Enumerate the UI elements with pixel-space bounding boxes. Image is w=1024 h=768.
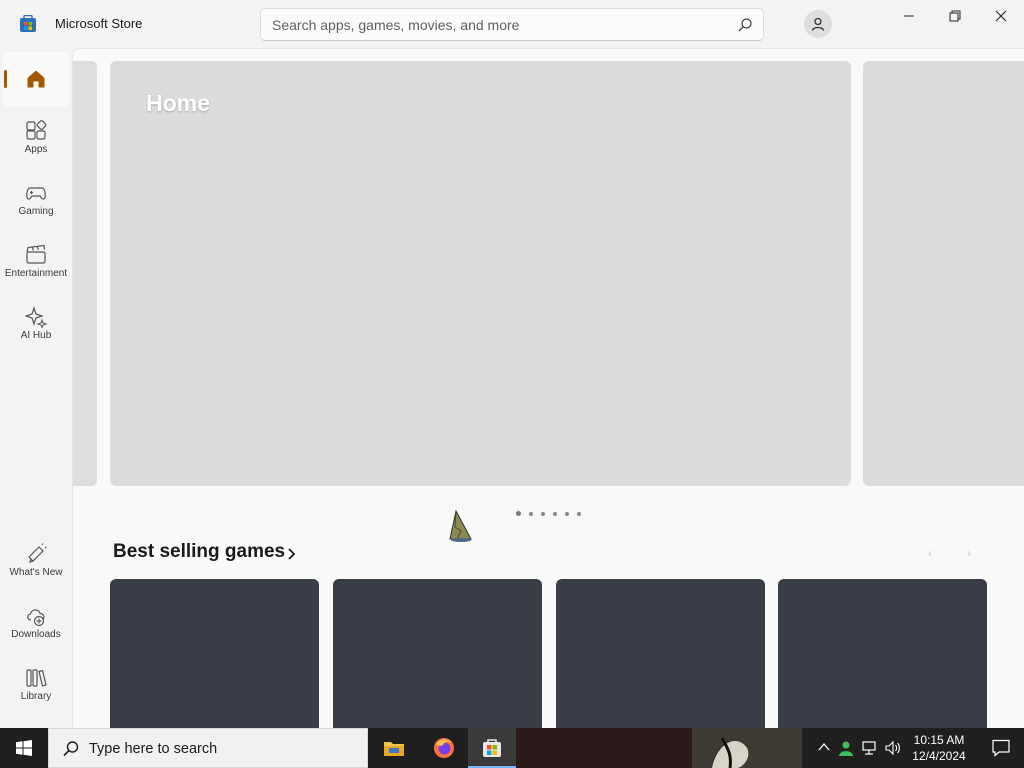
account-button[interactable] <box>804 10 832 38</box>
library-icon <box>26 669 47 687</box>
sidebar-item-label: Library <box>20 691 52 702</box>
close-icon <box>995 10 1007 22</box>
scroll-left-button[interactable]: ‹ <box>928 546 932 560</box>
sidebar-item-label: Gaming <box>18 206 54 217</box>
carousel-dot[interactable] <box>553 511 557 516</box>
firefox-icon <box>434 738 454 758</box>
sparkle-icon <box>25 306 47 328</box>
sidebar-item-apps[interactable]: Apps <box>3 112 69 170</box>
game-card[interactable] <box>110 579 319 728</box>
taskbar-search[interactable]: Type here to search <box>48 728 368 768</box>
store-logo-icon <box>20 15 36 32</box>
game-card[interactable] <box>556 579 765 728</box>
taskbar-microsoft-store[interactable] <box>468 728 516 768</box>
sidebar: Apps Gaming Entertainment AI Hub What's … <box>0 48 72 728</box>
restore-button[interactable] <box>932 0 978 32</box>
taskbar-background-area <box>516 728 692 768</box>
carousel-dot[interactable] <box>541 511 545 516</box>
sidebar-item-whats-new[interactable]: What's New <box>3 535 69 593</box>
cloud-download-icon <box>27 609 45 627</box>
carousel-dot[interactable] <box>516 511 521 517</box>
game-card[interactable] <box>333 579 542 728</box>
sidebar-item-ai-hub[interactable]: AI Hub <box>3 298 69 356</box>
main-content: Home Best selling games ‹ › <box>72 48 1024 728</box>
hero-prev-slide[interactable] <box>73 61 97 486</box>
clapperboard-icon <box>26 244 46 264</box>
carousel-pager <box>516 505 589 517</box>
user-sync-icon[interactable] <box>838 740 854 756</box>
close-button[interactable] <box>978 0 1024 32</box>
search-input[interactable]: Search apps, games, movies, and more <box>272 17 519 33</box>
taskbar-file-explorer[interactable] <box>370 728 418 768</box>
app-title: Microsoft Store <box>55 16 143 31</box>
notification-icon <box>992 739 1010 757</box>
hero-next-slide[interactable] <box>863 61 1024 486</box>
sidebar-item-gaming[interactable]: Gaming <box>3 174 69 232</box>
home-icon <box>27 70 45 88</box>
chevron-up-icon[interactable] <box>817 740 831 754</box>
carousel-dot[interactable] <box>529 511 533 516</box>
active-indicator <box>4 70 7 88</box>
volume-icon[interactable] <box>885 740 901 756</box>
windows-logo-icon <box>16 740 32 756</box>
sidebar-item-home[interactable] <box>3 52 69 106</box>
taskbar-wallpaper-art <box>692 728 802 768</box>
sidebar-item-library[interactable]: Library <box>3 659 69 717</box>
carousel-dot[interactable] <box>577 511 581 516</box>
hero-title: Home <box>146 90 210 116</box>
loading-cursor-icon <box>449 509 472 542</box>
taskbar-search-input[interactable]: Type here to search <box>89 741 217 757</box>
search-box[interactable]: Search apps, games, movies, and more <box>260 8 764 41</box>
section-title[interactable]: Best selling games <box>113 541 285 563</box>
wallpaper-image <box>712 737 749 768</box>
taskbar-clock[interactable]: 10:15 AM 12/4/2024 <box>904 732 974 764</box>
minimize-icon <box>904 15 914 17</box>
scroll-right-button[interactable]: › <box>967 546 971 560</box>
clock-date: 12/4/2024 <box>912 749 966 763</box>
system-tray <box>812 728 902 768</box>
search-icon <box>63 741 79 757</box>
network-icon[interactable] <box>862 740 878 756</box>
sidebar-item-downloads[interactable]: Downloads <box>3 597 69 655</box>
megaphone-icon <box>28 543 47 563</box>
sidebar-item-label: Apps <box>24 144 48 155</box>
chevron-right-icon[interactable] <box>287 547 297 561</box>
apps-icon <box>26 120 47 140</box>
game-card[interactable] <box>778 579 987 728</box>
title-bar: Microsoft Store Search apps, games, movi… <box>0 0 1024 48</box>
clock-time: 10:15 AM <box>913 733 965 747</box>
sidebar-item-label: Downloads <box>11 629 61 640</box>
minimize-button[interactable] <box>886 0 932 32</box>
notification-center-button[interactable] <box>982 728 1022 768</box>
store-icon <box>483 739 501 757</box>
sidebar-item-entertainment[interactable]: Entertainment <box>3 236 69 294</box>
start-button[interactable] <box>0 728 48 768</box>
person-icon <box>811 17 825 31</box>
search-icon[interactable] <box>737 17 753 33</box>
carousel-dot[interactable] <box>565 511 569 516</box>
sidebar-item-label: What's New <box>9 567 63 578</box>
gamepad-icon <box>26 187 46 200</box>
taskbar-firefox[interactable] <box>420 728 468 768</box>
sidebar-item-label: Entertainment <box>4 268 68 279</box>
sidebar-item-label: AI Hub <box>20 330 52 341</box>
folder-icon <box>384 742 404 756</box>
hero-banner[interactable]: Home <box>110 61 851 486</box>
restore-icon <box>949 10 961 22</box>
taskbar: Type here to search 10:15 AM 12/4/2024 <box>0 728 1024 768</box>
